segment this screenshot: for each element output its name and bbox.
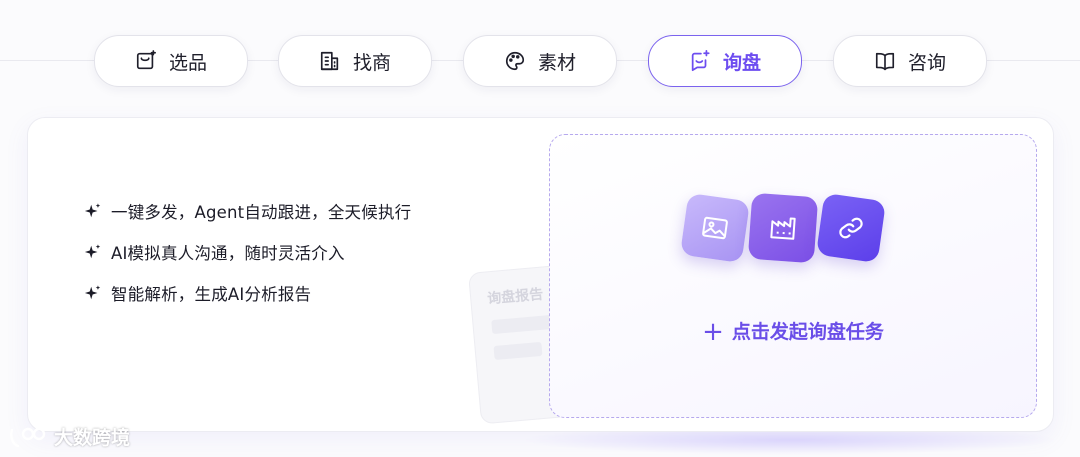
sparkle-icon: [84, 285, 101, 300]
tab-label: 素材: [537, 51, 576, 74]
chat-sparkle-icon: [691, 50, 710, 72]
sparkle-icon: [84, 244, 101, 259]
factory-tile: [747, 192, 819, 264]
feature-text: AI模拟真人沟通，随时灵活介入: [111, 244, 345, 263]
tab-bar: 选品 找商 素材 询盘 咨询: [0, 35, 1080, 87]
tab-label: 咨询: [907, 51, 946, 74]
image-icon: [702, 216, 728, 240]
product-bag-icon: [136, 50, 156, 70]
factory-icon: [770, 217, 796, 240]
report-preview-line: [493, 341, 543, 361]
link-tile: [815, 192, 887, 264]
brand-logo-icon: [10, 427, 46, 447]
feature-item: 一键多发，Agent自动跟进，全天候执行: [84, 198, 411, 224]
feature-item: AI模拟真人沟通，随时灵活介入: [84, 239, 411, 265]
feature-text: 智能解析，生成AI分析报告: [111, 285, 312, 304]
tab-label: 选品: [168, 51, 207, 74]
tab-consult[interactable]: 咨询: [833, 35, 987, 87]
tab-label: 询盘: [722, 51, 761, 74]
brand-watermark: 大数跨境: [8, 423, 130, 450]
tab-inquiry[interactable]: 询盘: [648, 35, 802, 87]
tab-find-supplier[interactable]: 找商: [278, 35, 432, 87]
brand-watermark-text: 大数跨境: [54, 427, 131, 449]
building-icon: [320, 51, 339, 71]
feature-item: 智能解析，生成AI分析报告: [84, 280, 411, 306]
feature-list: 一键多发，Agent自动跟进，全天候执行 AI模拟真人沟通，随时灵活介入 智能解…: [84, 198, 411, 321]
tab-label: 找商: [352, 51, 391, 74]
sparkle-icon: [84, 203, 101, 218]
start-inquiry-button[interactable]: + 点击发起询盘任务: [550, 317, 1036, 347]
book-icon: [875, 52, 895, 71]
image-tile: [679, 192, 751, 264]
feature-text: 一键多发，Agent自动跟进，全天候执行: [111, 203, 412, 222]
tab-materials[interactable]: 素材: [463, 35, 617, 87]
tab-select-product[interactable]: 选品: [94, 35, 248, 87]
plus-icon: +: [702, 317, 724, 347]
palette-icon: [505, 51, 525, 71]
link-icon: [839, 217, 863, 239]
inquiry-card: 一键多发，Agent自动跟进，全天候执行 AI模拟真人沟通，随时灵活介入 智能解…: [27, 117, 1054, 432]
start-inquiry-dropzone[interactable]: + 点击发起询盘任务: [549, 134, 1037, 418]
report-preview-title: 询盘报告: [486, 286, 544, 308]
start-inquiry-label: 点击发起询盘任务: [731, 321, 884, 343]
